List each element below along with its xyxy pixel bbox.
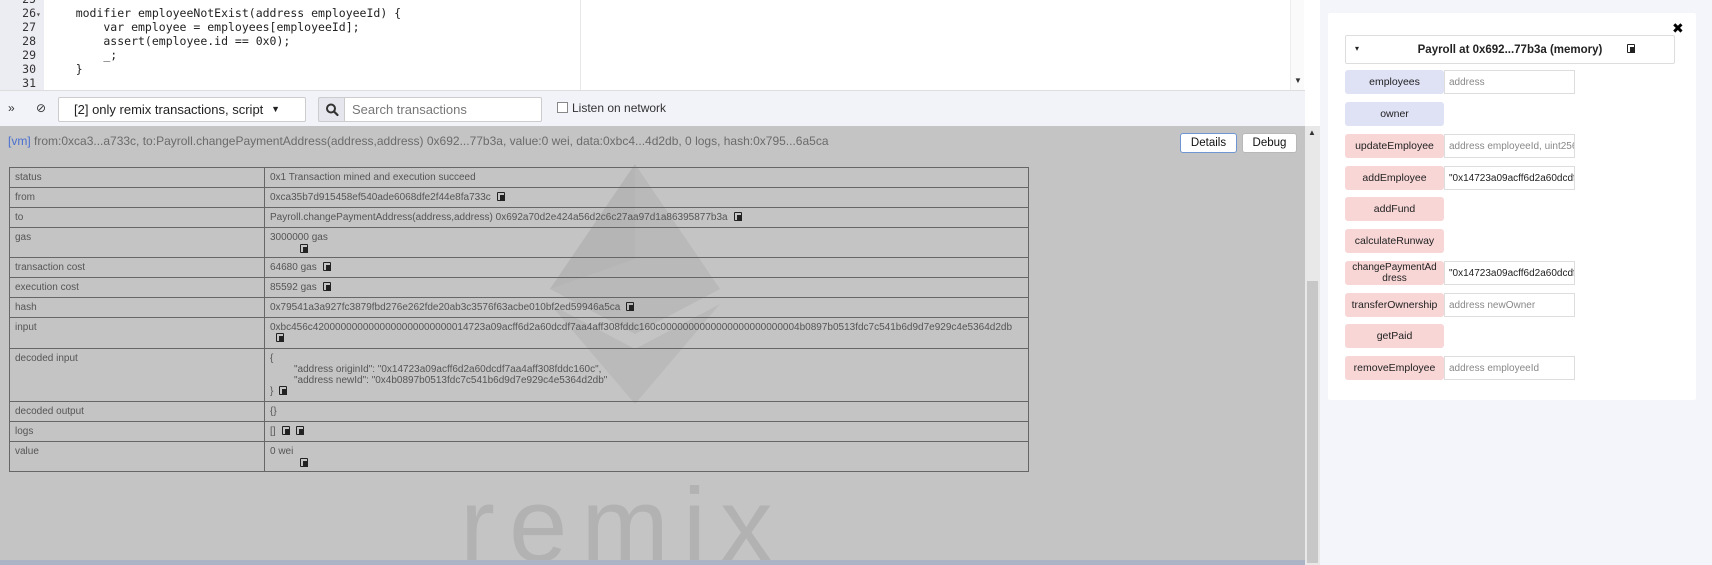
row-value: Payroll.changePaymentAddress(address,add… bbox=[264, 207, 1029, 228]
row-key: execution cost bbox=[9, 277, 265, 298]
code-line[interactable]: 30 } bbox=[0, 62, 580, 76]
vm-tag: [vm] bbox=[8, 134, 31, 148]
caret-down-icon: ▼ bbox=[271, 104, 280, 114]
employees-input[interactable] bbox=[1444, 70, 1575, 94]
change-payment-address-input[interactable] bbox=[1444, 261, 1575, 285]
table-row: to Payroll.changePaymentAddress(address,… bbox=[9, 207, 1029, 228]
terminal-toolbar: » ⊘ [2] only remix transactions, script … bbox=[0, 90, 1305, 126]
code-line[interactable]: 27 var employee = employees[employeeId]; bbox=[0, 20, 580, 34]
code-line[interactable]: 26▾ modifier employeeNotExist(address em… bbox=[0, 6, 580, 20]
transaction-summary-text: from:0xca3...a733c, to:Payroll.changePay… bbox=[30, 134, 829, 148]
remix-watermark: remix bbox=[460, 467, 787, 565]
row-value: 0 wei bbox=[264, 441, 1029, 472]
table-row: hash 0x79541a3a927fc3879fbd276e262fde20a… bbox=[9, 297, 1029, 318]
copy-icon[interactable] bbox=[279, 386, 288, 395]
update-employee-input[interactable] bbox=[1444, 134, 1575, 158]
copy-icon[interactable] bbox=[300, 244, 308, 253]
scrollbar-thumb[interactable] bbox=[1307, 281, 1318, 563]
contract-instance-title: Payroll at 0x692...77b3a (memory) bbox=[1417, 44, 1603, 56]
search-transactions-input[interactable] bbox=[344, 97, 542, 122]
details-button[interactable]: Details bbox=[1180, 133, 1237, 153]
row-key: logs bbox=[9, 421, 265, 442]
employees-button[interactable]: employees bbox=[1345, 70, 1444, 94]
copy-icon[interactable] bbox=[281, 426, 290, 435]
table-row: logs [] bbox=[9, 421, 1029, 442]
transfer-ownership-button[interactable]: transferOwnership bbox=[1345, 293, 1444, 317]
code-line[interactable]: 29 _; bbox=[0, 48, 580, 62]
listen-on-network-toggle[interactable]: Listen on network bbox=[557, 101, 666, 115]
listen-checkbox[interactable] bbox=[557, 102, 568, 113]
collapse-terminal-icon[interactable]: » bbox=[8, 101, 15, 115]
transfer-ownership-input[interactable] bbox=[1444, 293, 1575, 317]
copy-icon[interactable] bbox=[276, 333, 284, 342]
row-value: 3000000 gas bbox=[264, 227, 1029, 258]
row-key: gas bbox=[9, 227, 265, 258]
table-row: execution cost 85592 gas bbox=[9, 277, 1029, 298]
editor-divider bbox=[580, 0, 581, 90]
contract-instance-header[interactable]: ▾ Payroll at 0x692...77b3a (memory) bbox=[1345, 35, 1675, 64]
get-paid-button[interactable]: getPaid bbox=[1345, 324, 1444, 348]
table-row: transaction cost 64680 gas bbox=[9, 257, 1029, 278]
copy-icon[interactable] bbox=[322, 262, 331, 271]
row-key: input bbox=[9, 317, 265, 349]
copy-icon[interactable] bbox=[733, 212, 742, 221]
copy-icon[interactable] bbox=[295, 426, 304, 435]
code-editor[interactable]: 25 26▾ modifier employeeNotExist(address… bbox=[0, 0, 1305, 90]
copy-address-icon[interactable] bbox=[1627, 44, 1635, 53]
add-employee-input[interactable] bbox=[1444, 166, 1575, 190]
row-key: decoded input bbox=[9, 348, 265, 402]
copy-icon[interactable] bbox=[626, 302, 635, 311]
transaction-details-table: status 0x1 Transaction mined and executi… bbox=[9, 167, 1029, 472]
row-value: [] bbox=[264, 421, 1029, 442]
search-button[interactable] bbox=[318, 97, 344, 122]
editor-scrollbar[interactable]: ▼ bbox=[1290, 0, 1304, 90]
change-payment-address-button[interactable]: changePaymentAd dress bbox=[1345, 261, 1444, 285]
row-key: transaction cost bbox=[9, 257, 265, 278]
table-row: gas 3000000 gas bbox=[9, 227, 1029, 258]
owner-button[interactable]: owner bbox=[1345, 102, 1444, 126]
transaction-filter-select[interactable]: [2] only remix transactions, script ▼ bbox=[58, 97, 306, 122]
calculate-runway-button[interactable]: calculateRunway bbox=[1345, 229, 1444, 253]
scroll-up-icon[interactable]: ▲ bbox=[1308, 128, 1316, 137]
row-key: to bbox=[9, 207, 265, 228]
row-key: value bbox=[9, 441, 265, 472]
add-fund-button[interactable]: addFund bbox=[1345, 197, 1444, 221]
copy-icon[interactable] bbox=[496, 192, 505, 201]
copy-icon[interactable] bbox=[300, 458, 308, 467]
table-row: decoded output {} bbox=[9, 401, 1029, 422]
listen-label: Listen on network bbox=[572, 101, 667, 115]
row-value: 64680 gas bbox=[264, 257, 1029, 278]
table-row: input 0xbc456c42000000000000000000000000… bbox=[9, 317, 1029, 349]
row-key: hash bbox=[9, 297, 265, 318]
table-row: status 0x1 Transaction mined and executi… bbox=[9, 167, 1029, 188]
row-value: 0xbc456c4200000000000000000000000014723a… bbox=[264, 317, 1029, 349]
row-key: status bbox=[9, 167, 265, 188]
clear-console-icon[interactable]: ⊘ bbox=[36, 101, 46, 115]
row-key: decoded output bbox=[9, 401, 265, 422]
table-row: value 0 wei bbox=[9, 441, 1029, 472]
remove-employee-button[interactable]: removeEmployee bbox=[1345, 356, 1444, 380]
row-value: 0x1 Transaction mined and execution succ… bbox=[264, 167, 1029, 188]
terminal-scrollbar[interactable]: ▲ bbox=[1305, 126, 1320, 565]
scroll-down-icon[interactable]: ▼ bbox=[1294, 76, 1302, 85]
code-line[interactable]: 31 bbox=[0, 76, 580, 90]
remove-employee-input[interactable] bbox=[1444, 356, 1575, 380]
transaction-summary[interactable]: [vm] from:0xca3...a733c, to:Payroll.chan… bbox=[8, 134, 829, 148]
table-row: decoded input { "address originId": "0x1… bbox=[9, 348, 1029, 402]
search-icon bbox=[326, 103, 339, 117]
row-value: 0x79541a3a927fc3879fbd276e262fde20ab3c35… bbox=[264, 297, 1029, 318]
code-line[interactable]: 28 assert(employee.id == 0x0); bbox=[0, 34, 580, 48]
row-value: {} bbox=[264, 401, 1029, 422]
add-employee-button[interactable]: addEmployee bbox=[1345, 166, 1444, 190]
terminal-resize-handle[interactable] bbox=[0, 560, 1305, 565]
row-value: { "address originId": "0x14723a09acff6d2… bbox=[264, 348, 1029, 402]
table-row: from 0xca35b7d915458ef540ade6068dfe2f44e… bbox=[9, 187, 1029, 208]
row-value: 85592 gas bbox=[264, 277, 1029, 298]
filter-select-label: [2] only remix transactions, script bbox=[74, 102, 264, 117]
debug-button[interactable]: Debug bbox=[1242, 133, 1297, 153]
row-value: 0xca35b7d915458ef540ade6068dfe2f44e8fa73… bbox=[264, 187, 1029, 208]
copy-icon[interactable] bbox=[322, 282, 331, 291]
row-key: from bbox=[9, 187, 265, 208]
update-employee-button[interactable]: updateEmployee bbox=[1345, 134, 1444, 158]
